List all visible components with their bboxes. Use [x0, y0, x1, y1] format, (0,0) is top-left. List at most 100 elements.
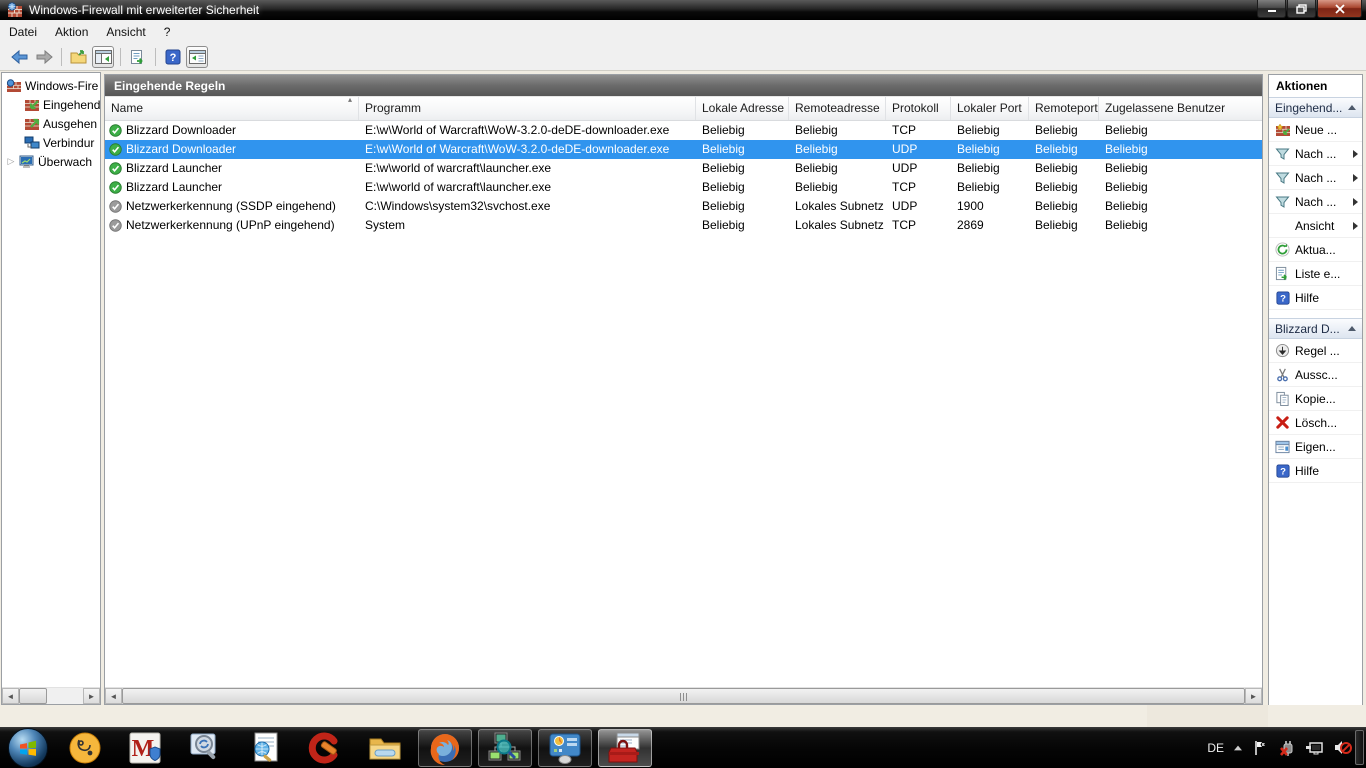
taskbar-app-network-report[interactable]: [238, 729, 292, 767]
column-header-protokoll[interactable]: Protokoll: [886, 97, 951, 120]
column-header-programm[interactable]: Programm: [359, 97, 696, 120]
svg-text:?: ?: [1280, 466, 1286, 477]
action-pane-icon: [188, 49, 206, 64]
power-plug-error-icon[interactable]: [1278, 739, 1296, 757]
scroll-right-button[interactable]: ►: [1245, 688, 1262, 704]
rule-remote-port: Beliebig: [1035, 218, 1078, 232]
column-header-name[interactable]: Name ▴: [105, 97, 359, 120]
rules-list: Blizzard Downloader E:\w\World of Warcraf…: [105, 121, 1262, 235]
action-item[interactable]: Aktua...: [1269, 238, 1362, 262]
system-tray: DE: [1207, 727, 1352, 768]
taskbar-app-explorer[interactable]: [358, 729, 412, 767]
action-item[interactable]: Neue ...: [1269, 118, 1362, 142]
taskbar-app-network-scan[interactable]: [478, 728, 532, 767]
table-row[interactable]: Blizzard Downloader E:\w\World of Warcraf…: [105, 140, 1262, 159]
hidden-icons-chevron-icon[interactable]: [1234, 745, 1242, 750]
forward-button[interactable]: [33, 46, 55, 68]
tree-item-connection-security[interactable]: Verbindur: [2, 133, 100, 152]
rule-allowed-users: Beliebig: [1105, 161, 1148, 175]
rule-name: Blizzard Launcher: [105, 159, 359, 178]
table-row[interactable]: Blizzard Launcher E:\w\world of warcraft\…: [105, 159, 1262, 178]
column-header-remoteport[interactable]: Remoteport: [1029, 97, 1099, 120]
back-button[interactable]: [9, 46, 31, 68]
scrollbar-thumb[interactable]: [19, 688, 47, 704]
taskbar-app-admin-toolbox[interactable]: [598, 728, 652, 767]
start-button[interactable]: [8, 727, 48, 768]
menu-datei[interactable]: Datei: [0, 22, 46, 42]
menu-help[interactable]: ?: [155, 22, 180, 42]
scrollbar-track[interactable]: [47, 688, 83, 704]
action-item[interactable]: ? Hilfe: [1269, 286, 1362, 310]
console-tree-icon: [94, 49, 112, 64]
expander-icon[interactable]: ▷: [6, 156, 16, 167]
taskbar-app-display-settings[interactable]: [538, 728, 592, 767]
scroll-right-button[interactable]: ►: [83, 688, 100, 704]
scroll-left-button[interactable]: ◄: [2, 688, 19, 704]
table-row[interactable]: Netzwerkerkennung (UPnP eingehend) System…: [105, 216, 1262, 235]
action-group-header[interactable]: Blizzard D...: [1269, 318, 1362, 339]
firewall-icon: [7, 2, 22, 17]
toolbox-icon: [608, 732, 640, 762]
help-icon: ?: [1274, 463, 1291, 479]
action-group-header[interactable]: Eingehend...: [1269, 97, 1362, 118]
language-indicator[interactable]: DE: [1207, 741, 1224, 755]
rule-remote-address: Beliebig: [795, 180, 838, 194]
menu-ansicht[interactable]: Ansicht: [97, 22, 154, 42]
volume-muted-icon[interactable]: [1333, 739, 1352, 756]
action-item[interactable]: Nach ...: [1269, 142, 1362, 166]
help-button[interactable]: ?: [162, 46, 184, 68]
action-item[interactable]: ? Hilfe: [1269, 459, 1362, 483]
tree-item-outbound-rules[interactable]: Ausgehen: [2, 114, 100, 133]
tree-item-monitoring[interactable]: ▷ Überwach: [2, 152, 100, 171]
rule-protocol: TCP: [892, 123, 916, 137]
show-action-pane-button[interactable]: [186, 45, 208, 68]
action-item[interactable]: Nach ...: [1269, 166, 1362, 190]
restore-button[interactable]: [1287, 0, 1316, 18]
rule-disabled-icon: [109, 200, 122, 213]
rule-local-port: Beliebig: [957, 123, 1000, 137]
scroll-left-button[interactable]: ◄: [105, 688, 122, 704]
taskbar-app-firefox[interactable]: [418, 728, 472, 767]
tree-item-firewall-root[interactable]: Windows-Fire: [2, 76, 100, 95]
action-item[interactable]: Regel ...: [1269, 339, 1362, 363]
app-window: Windows-Firewall mit erweiterter Sicherh…: [0, 0, 1366, 727]
action-item[interactable]: Kopie...: [1269, 387, 1362, 411]
column-header-lokale-adresse[interactable]: Lokale Adresse: [696, 97, 789, 120]
refresh-icon: [1274, 242, 1291, 258]
taskbar-app-ccleaner[interactable]: [298, 729, 352, 767]
inbound-rules-icon: [25, 99, 39, 111]
action-item[interactable]: Eigen...: [1269, 435, 1362, 459]
firewall-icon: [6, 78, 21, 92]
table-row[interactable]: Blizzard Downloader E:\w\World of Warcraf…: [105, 121, 1262, 140]
network-scan-icon: [488, 732, 521, 760]
rule-remote-address: Lokales Subnetz: [795, 199, 884, 213]
action-item[interactable]: Ansicht: [1269, 214, 1362, 238]
show-desktop-button[interactable]: [1355, 730, 1364, 765]
action-center-flag-icon[interactable]: [1252, 739, 1269, 756]
network-status-icon[interactable]: [1305, 739, 1324, 756]
show-console-tree-button[interactable]: [92, 45, 114, 68]
action-item[interactable]: Aussc...: [1269, 363, 1362, 387]
action-item[interactable]: Lösch...: [1269, 411, 1362, 435]
column-header-lokaler-port[interactable]: Lokaler Port: [951, 97, 1029, 120]
minimize-button[interactable]: [1257, 0, 1286, 18]
tree-item-inbound-rules[interactable]: Eingehend: [2, 95, 100, 114]
menu-aktion[interactable]: Aktion: [46, 22, 97, 42]
taskbar-app-search-update[interactable]: [178, 729, 232, 767]
action-item[interactable]: Liste e...: [1269, 262, 1362, 286]
table-row[interactable]: Blizzard Launcher E:\w\world of warcraft\…: [105, 178, 1262, 197]
table-row[interactable]: Netzwerkerkennung (SSDP eingehend) C:\Win…: [105, 197, 1262, 216]
export-button[interactable]: [68, 46, 90, 68]
close-button[interactable]: [1317, 0, 1362, 18]
taskbar-app-antivirus[interactable]: M: [118, 729, 172, 767]
column-header-zugelassene-benutzer[interactable]: Zugelassene Benutzer: [1099, 97, 1262, 120]
column-header-remoteadresse[interactable]: Remoteadresse: [789, 97, 886, 120]
taskbar-app-stethoscope[interactable]: [58, 729, 112, 767]
scrollbar-thumb[interactable]: [122, 688, 1245, 704]
submenu-arrow-icon: [1353, 149, 1358, 158]
export-list-icon: [131, 49, 143, 64]
tree-item-label: Windows-Fire: [25, 78, 99, 93]
action-item[interactable]: Nach ...: [1269, 190, 1362, 214]
rule-local-address: Beliebig: [702, 161, 745, 175]
export-list-button[interactable]: [127, 46, 149, 68]
